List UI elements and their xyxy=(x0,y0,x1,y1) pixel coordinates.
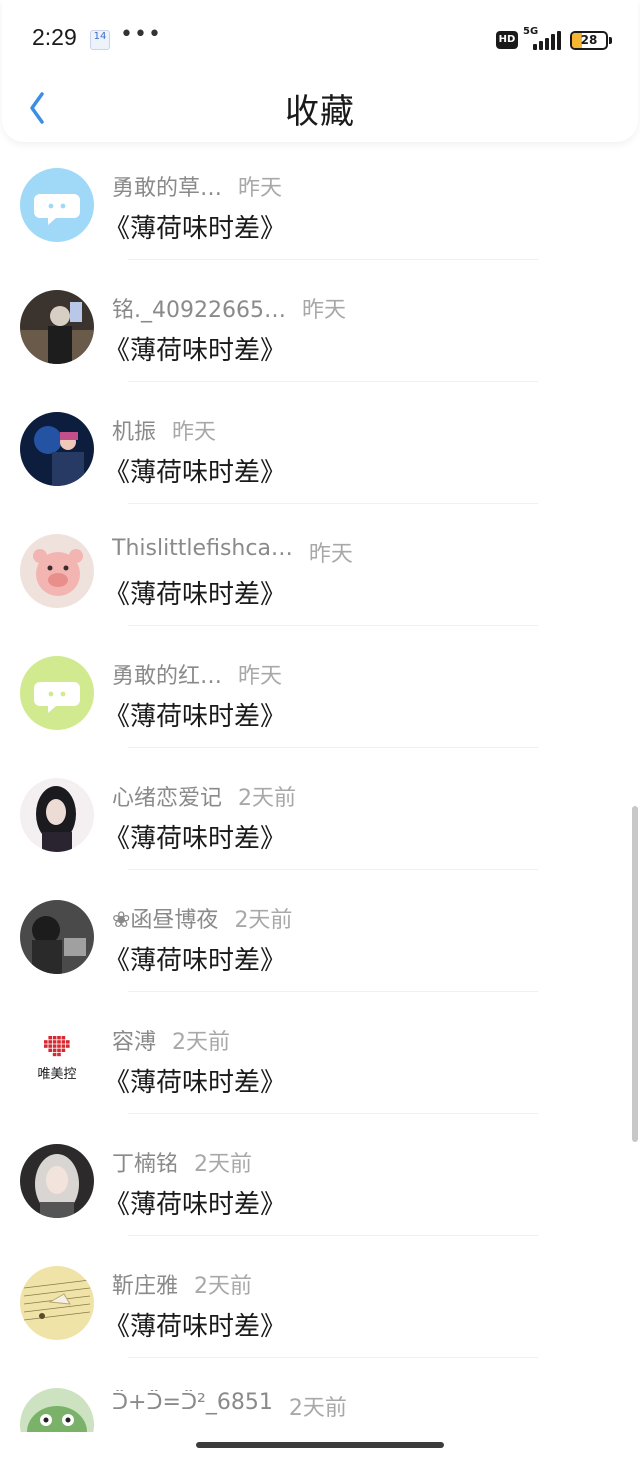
user-name[interactable]: 容溥 xyxy=(112,1024,156,1056)
collection-title[interactable]: 《薄荷味时差》 xyxy=(104,1062,286,1099)
collection-title[interactable]: 《薄荷味时差》 xyxy=(104,818,286,855)
list-item[interactable]: 靳庄雅 2天前《薄荷味时差》 xyxy=(0,1236,640,1358)
list-item[interactable]: 勇敢的草… 昨天《薄荷味时差》 xyxy=(0,142,640,260)
avatar[interactable] xyxy=(20,656,94,730)
list-item[interactable]: 机振 昨天《薄荷味时差》 xyxy=(0,382,640,504)
user-name[interactable]: ᑒ+ᑒ=ᑒ²_6851 xyxy=(112,1390,273,1415)
page-title: 收藏 xyxy=(285,92,355,132)
app-header: 2:29 14 ••• HD 5G 28 收藏 xyxy=(2,0,638,142)
avatar[interactable]: 唯美控 xyxy=(20,1022,94,1096)
battery-level: 28 xyxy=(580,33,598,47)
avatar[interactable] xyxy=(20,412,94,486)
collection-title[interactable]: 《薄荷味时差》 xyxy=(104,696,286,733)
user-name[interactable]: 心绪恋爱记 xyxy=(112,780,222,812)
collection-title[interactable]: 《薄荷味时差》 xyxy=(104,330,286,367)
timestamp: 2天前 xyxy=(234,908,293,933)
name-line: 容溥 2天前 xyxy=(112,1024,231,1056)
avatar[interactable] xyxy=(20,534,94,608)
name-line: 勇敢的草… 昨天 xyxy=(112,170,283,202)
battery-tip xyxy=(609,37,612,44)
timestamp: 昨天 xyxy=(238,664,283,689)
user-name[interactable]: 丁楠铭 xyxy=(112,1146,178,1178)
timestamp: 2天前 xyxy=(194,1152,253,1177)
avatar[interactable] xyxy=(20,778,94,852)
name-line: ❀函昼博夜 2天前 xyxy=(112,902,293,934)
user-name[interactable]: 勇敢的红… xyxy=(112,658,222,690)
collection-title[interactable]: 《薄荷味时差》 xyxy=(104,940,286,977)
scrollbar[interactable] xyxy=(632,806,638,1142)
collection-title[interactable]: 《薄荷味时差》 xyxy=(104,1306,286,1343)
timestamp: 2天前 xyxy=(194,1274,253,1299)
timestamp: 昨天 xyxy=(238,176,283,201)
name-line: 靳庄雅 2天前 xyxy=(112,1268,253,1300)
avatar[interactable] xyxy=(20,1144,94,1218)
name-line: 丁楠铭 2天前 xyxy=(112,1146,253,1178)
timestamp: 昨天 xyxy=(172,420,217,445)
avatar[interactable] xyxy=(20,1266,94,1340)
avatar[interactable] xyxy=(20,900,94,974)
user-name[interactable]: 靳庄雅 xyxy=(112,1268,178,1300)
timestamp: 2天前 xyxy=(288,1396,347,1421)
name-line: 机振 昨天 xyxy=(112,414,217,446)
collection-title[interactable]: 《薄荷味时差》 xyxy=(104,208,286,245)
timestamp: 2天前 xyxy=(172,1030,231,1055)
calendar-icon: 14 xyxy=(90,30,110,50)
user-name[interactable]: 勇敢的草… xyxy=(112,170,222,202)
list-item[interactable]: 心绪恋爱记 2天前《薄荷味时差》 xyxy=(0,748,640,870)
timestamp: 2天前 xyxy=(238,786,297,811)
list-item[interactable]: Thislittlefishca… 昨天 《薄荷味时差》 xyxy=(0,504,640,626)
list-item[interactable]: 勇敢的红… 昨天《薄荷味时差》 xyxy=(0,626,640,748)
user-name[interactable]: ❀函昼博夜 xyxy=(112,902,218,934)
signal-icon xyxy=(533,30,563,50)
more-icon: ••• xyxy=(120,22,162,47)
list-item[interactable]: ᑒ+ᑒ=ᑒ²_6851 2天前 xyxy=(0,1358,640,1432)
collection-title[interactable]: 《薄荷味时差》 xyxy=(104,452,286,489)
list-item[interactable]: 唯美控 容溥 2天前《薄荷味时差》 xyxy=(0,992,640,1114)
name-line: 铭._40922665… 昨天 xyxy=(112,292,346,324)
avatar[interactable] xyxy=(20,290,94,364)
list-item[interactable]: 丁楠铭 2天前《薄荷味时差》 xyxy=(0,1114,640,1236)
avatar[interactable] xyxy=(20,1388,94,1432)
status-time: 2:29 xyxy=(32,24,77,50)
hd-icon: HD xyxy=(496,31,518,49)
user-name[interactable]: 铭._40922665… xyxy=(112,292,286,324)
collection-title[interactable]: 《薄荷味时差》 xyxy=(104,1184,286,1221)
list-item[interactable]: 铭._40922665… 昨天 《薄荷味时差》 xyxy=(0,260,640,382)
timestamp: 昨天 xyxy=(301,298,346,323)
user-name[interactable]: 机振 xyxy=(112,414,156,446)
svg-text:唯美控: 唯美控 xyxy=(37,1067,76,1082)
name-line: 心绪恋爱记 2天前 xyxy=(112,780,297,812)
avatar[interactable] xyxy=(20,168,94,242)
timestamp: 昨天 xyxy=(308,542,353,567)
favorites-list[interactable]: 勇敢的草… 昨天 《薄荷味时差》 铭._40922665… 昨天 《薄荷味时差》 机振 昨天《… xyxy=(0,142,640,1432)
status-bar: 2:29 14 ••• HD 5G 28 xyxy=(2,0,638,80)
name-line: 勇敢的红… 昨天 xyxy=(112,658,283,690)
name-line: ᑒ+ᑒ=ᑒ²_6851 2天前 xyxy=(112,1390,347,1421)
user-name[interactable]: Thislittlefishca… xyxy=(112,536,293,561)
name-line: Thislittlefishca… 昨天 xyxy=(112,536,353,567)
battery-icon: 28 xyxy=(570,31,608,50)
home-indicator[interactable] xyxy=(196,1442,444,1448)
list-item[interactable]: ❀函昼博夜 2天前《薄荷味时差》 xyxy=(0,870,640,992)
collection-title[interactable]: 《薄荷味时差》 xyxy=(104,574,286,611)
